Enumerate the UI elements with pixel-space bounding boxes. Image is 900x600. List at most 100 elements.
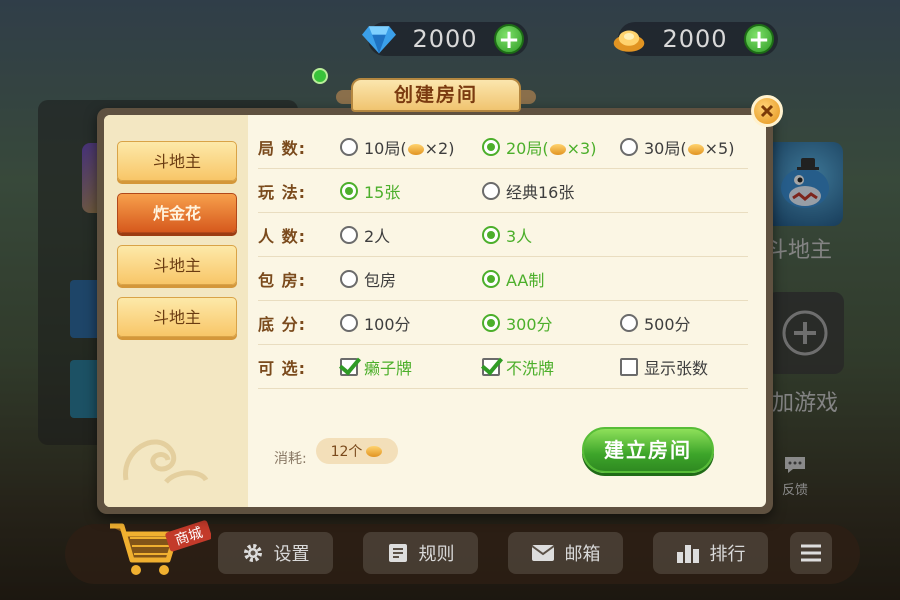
payment-option-aa[interactable]: AA制 [482, 267, 544, 291]
rounds-row: 局 数: 10局( ×2) 20局(×3) 30局( ×5) [258, 125, 748, 169]
radio-button[interactable] [482, 181, 500, 200]
optional-no-shuffle[interactable]: 不洗牌 [482, 355, 554, 379]
option-text: 15张 [364, 182, 401, 202]
rules-button[interactable]: 规则 [363, 532, 478, 574]
gameplay-option-15[interactable]: 15张 [340, 179, 400, 203]
radio-button-selected[interactable] [482, 313, 500, 332]
radio-button[interactable] [340, 269, 358, 288]
menu-button[interactable] [790, 532, 832, 574]
checkbox-checked[interactable] [340, 357, 358, 376]
side-tab-1[interactable]: 炸金花 [117, 193, 237, 233]
radio-button-selected[interactable] [482, 225, 500, 244]
players-option-3[interactable]: 3人 [482, 223, 532, 247]
add-coins-button[interactable]: + [744, 24, 774, 54]
option-text: 30局( [644, 138, 687, 158]
coin-icon [549, 143, 566, 155]
checkbox-checked[interactable] [482, 357, 500, 376]
side-tab-3[interactable]: 斗地主 [117, 297, 237, 337]
ranking-button[interactable]: 排行 [653, 532, 768, 574]
side-tab-0[interactable]: 斗地主 [117, 141, 237, 181]
ranking-label: 排行 [709, 544, 746, 565]
radio-button-selected[interactable] [482, 137, 500, 156]
gold-ingot-icon [612, 22, 646, 56]
document-icon [388, 544, 407, 562]
option-text: 包房 [364, 270, 397, 290]
checkbox[interactable] [620, 357, 638, 376]
coin-counter: 2000 + [613, 22, 778, 56]
diamond-icon [362, 22, 396, 56]
radio-button[interactable] [340, 225, 358, 244]
diamond-count: 2000 [412, 25, 478, 53]
mail-button[interactable]: 邮箱 [508, 532, 623, 574]
option-text: 显示张数 [644, 358, 709, 378]
optional-show-count[interactable]: 显示张数 [620, 355, 708, 379]
option-text: 癞子牌 [364, 358, 413, 378]
radio-button-selected[interactable] [482, 269, 500, 288]
mail-label: 邮箱 [564, 544, 601, 565]
cost-badge: 12个 [316, 438, 398, 464]
game-type-sidebar: 斗地主 炸金花 斗地主 斗地主 [104, 115, 248, 507]
diamond-counter: 2000 + [362, 22, 528, 56]
envelope-icon [530, 545, 555, 561]
optional-row: 可 选: 癞子牌 不洗牌 显示张数 [258, 345, 748, 389]
gameplay-label: 玩 法: [258, 182, 306, 202]
radio-button[interactable] [620, 137, 638, 156]
rounds-option-10[interactable]: 10局( ×2) [340, 135, 454, 159]
dialog-title: 创建房间 [351, 78, 521, 112]
gameplay-option-classic16[interactable]: 经典16张 [482, 179, 574, 203]
payment-option-private[interactable]: 包房 [340, 267, 396, 291]
radio-button[interactable] [620, 313, 638, 332]
room-payment-label: 包 房: [258, 270, 306, 290]
room-payment-row: 包 房: 包房 AA制 [258, 257, 748, 301]
option-text: 2人 [364, 226, 391, 246]
score-option-100[interactable]: 100分 [340, 311, 411, 335]
option-suffix: ×2) [424, 138, 455, 158]
hamburger-menu-icon [801, 544, 821, 562]
close-icon [760, 104, 774, 118]
shop-label: 商城 [173, 525, 205, 549]
close-button[interactable] [751, 95, 783, 127]
create-room-button[interactable]: 建立房间 [582, 427, 714, 473]
coin-icon [366, 445, 383, 457]
option-text: AA制 [506, 270, 545, 290]
players-label: 人 数: [258, 226, 306, 246]
players-row: 人 数: 2人 3人 [258, 213, 748, 257]
option-text: 100分 [364, 314, 411, 334]
option-text: 不洗牌 [506, 358, 555, 378]
option-text: 300分 [506, 314, 553, 334]
cloud-swirl-icon [123, 439, 209, 484]
side-tab-2[interactable]: 斗地主 [117, 245, 237, 285]
rules-label: 规则 [418, 544, 455, 565]
optional-wildcard[interactable]: 癞子牌 [340, 355, 412, 379]
score-option-300[interactable]: 300分 [482, 311, 553, 335]
coin-count: 2000 [662, 25, 728, 53]
base-score-row: 底 分: 100分 300分 500分 [258, 301, 748, 345]
create-room-dialog: 斗地主 炸金花 斗地主 斗地主 局 数: 10局( ×2) 20局(×3) 3… [97, 108, 773, 514]
room-options: 局 数: 10局( ×2) 20局(×3) 30局( ×5) 玩 法: 15张… [258, 125, 748, 389]
radio-button[interactable] [340, 313, 358, 332]
gameplay-row: 玩 法: 15张 经典16张 [258, 169, 748, 213]
option-suffix: ×3) [566, 138, 597, 158]
optional-label: 可 选: [258, 358, 306, 378]
rounds-label: 局 数: [258, 138, 306, 158]
add-diamonds-button[interactable]: + [494, 24, 524, 54]
players-option-2[interactable]: 2人 [340, 223, 390, 247]
shop-button[interactable]: 商城 [106, 512, 212, 582]
option-text: 10局( [364, 138, 407, 158]
cost-value: 12个 [330, 444, 363, 460]
settings-button[interactable]: 设置 [218, 532, 333, 574]
rounds-option-30[interactable]: 30局( ×5) [620, 135, 734, 159]
radio-button[interactable] [340, 137, 358, 156]
option-text: 500分 [644, 314, 691, 334]
coin-icon [687, 143, 704, 155]
gear-icon [243, 544, 262, 562]
notification-dot [312, 68, 328, 84]
dialog-body: 斗地主 炸金花 斗地主 斗地主 局 数: 10局( ×2) 20局(×3) 3… [104, 115, 766, 507]
podium-icon [676, 545, 699, 563]
settings-label: 设置 [273, 544, 310, 565]
rounds-option-20[interactable]: 20局(×3) [482, 135, 596, 159]
base-score-label: 底 分: [258, 314, 306, 334]
radio-button-selected[interactable] [340, 181, 358, 200]
score-option-500[interactable]: 500分 [620, 311, 691, 335]
option-suffix: ×5) [704, 138, 735, 158]
